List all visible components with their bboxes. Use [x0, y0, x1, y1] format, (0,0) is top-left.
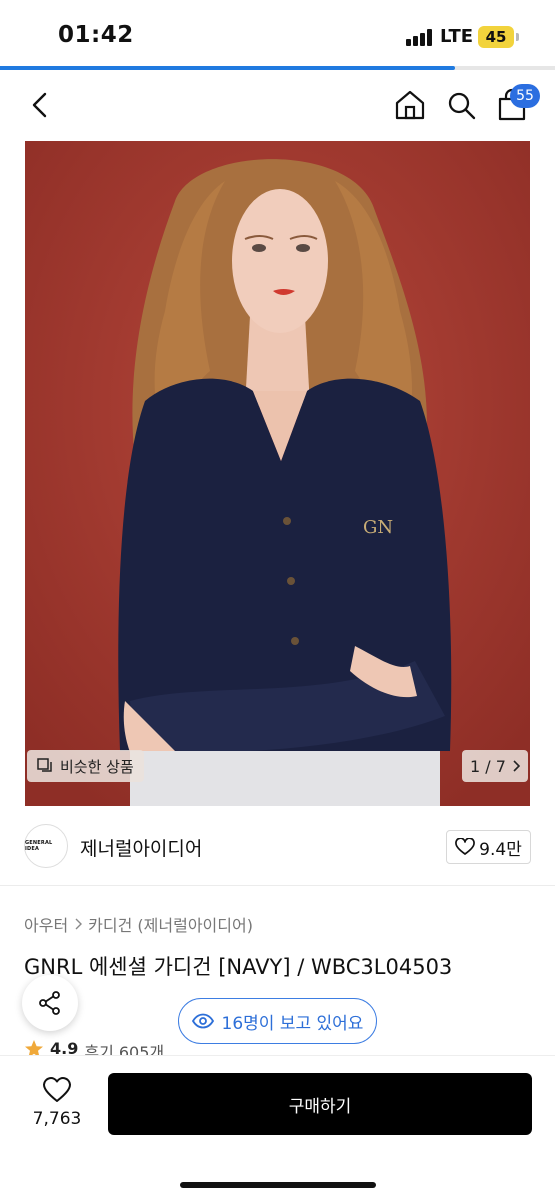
- similar-products-label: 비슷한 상품: [60, 757, 134, 776]
- wishlist-count: 7,763: [32, 1109, 82, 1129]
- home-indicator: [180, 1182, 376, 1188]
- share-button[interactable]: [22, 975, 78, 1031]
- product-image[interactable]: GN: [25, 141, 530, 806]
- eye-icon: [191, 1013, 214, 1029]
- heart-icon: [455, 838, 476, 855]
- network-label: LTE: [440, 26, 474, 47]
- brand-like-button[interactable]: 9.4만: [446, 830, 531, 864]
- top-nav-bar: [0, 70, 555, 140]
- breadcrumb-subcategory[interactable]: 카디건 (제너럴아이디어): [88, 912, 253, 936]
- brand-row[interactable]: GENERAL IDEA 제너럴아이디어 9.4만: [0, 820, 555, 886]
- status-bar: 01:42 LTE 45: [0, 0, 555, 66]
- battery-tip: [516, 33, 519, 41]
- viewers-text: 16명이 보고 있어요: [221, 1013, 364, 1034]
- product-photo: GN: [25, 141, 530, 806]
- viewers-badge: 16명이 보고 있어요: [178, 998, 377, 1044]
- breadcrumb: 아우터 카디건 (제너럴아이디어): [24, 912, 253, 936]
- search-button[interactable]: [444, 86, 478, 124]
- cart-count-badge: 55: [510, 84, 540, 108]
- heart-icon: [43, 1077, 71, 1102]
- signal-icon: [406, 29, 434, 46]
- similar-items-icon: [37, 758, 53, 774]
- wishlist-button[interactable]: 7,763: [28, 1076, 86, 1136]
- chevron-right-icon: [513, 760, 520, 772]
- brand-logo[interactable]: GENERAL IDEA: [24, 824, 68, 868]
- bottom-action-bar: 7,763 구매하기: [0, 1055, 555, 1200]
- svg-text:GN: GN: [363, 517, 393, 538]
- share-icon: [39, 991, 60, 1015]
- image-page-indicator[interactable]: 1 / 7: [462, 750, 528, 782]
- battery-icon: 45: [478, 26, 514, 48]
- chevron-left-icon: [32, 92, 47, 118]
- similar-products-button[interactable]: 비슷한 상품: [27, 750, 144, 782]
- breadcrumb-category[interactable]: 아우터: [24, 912, 68, 936]
- status-time: 01:42: [58, 22, 134, 48]
- home-icon: [395, 90, 425, 120]
- chevron-right-icon: [75, 918, 83, 930]
- back-button[interactable]: [24, 86, 58, 124]
- brand-like-count: 9.4만: [479, 839, 522, 860]
- brand-name[interactable]: 제너럴아이디어: [80, 834, 202, 861]
- buy-button[interactable]: 구매하기: [108, 1073, 532, 1135]
- product-title: GNRL 에센셜 가디건 [NAVY] / WBC3L04503: [24, 955, 453, 979]
- home-button[interactable]: [392, 86, 428, 124]
- image-page-label: 1 / 7: [470, 756, 506, 776]
- search-icon: [448, 92, 476, 120]
